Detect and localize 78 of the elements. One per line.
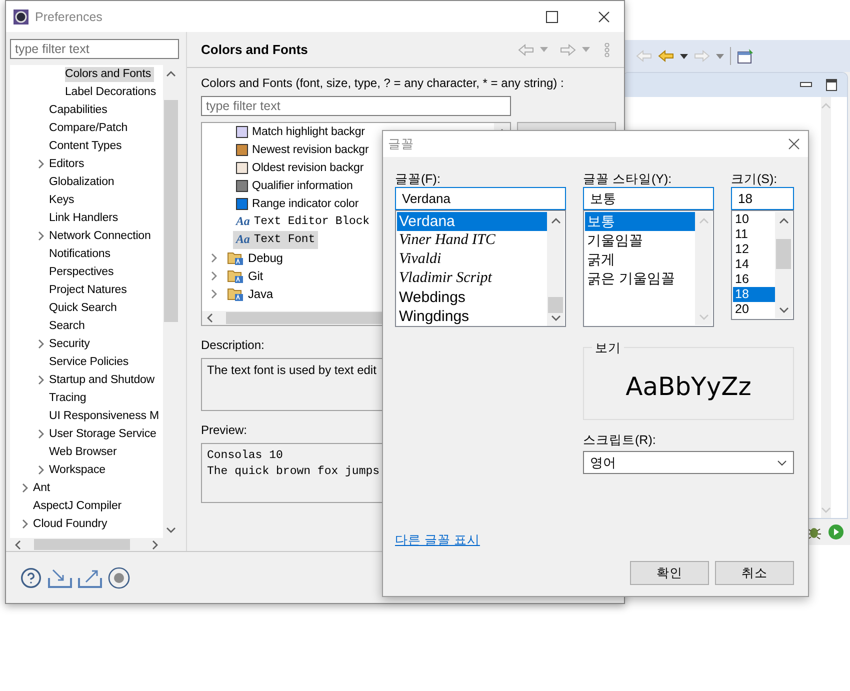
tree-item[interactable]: Label Decorations xyxy=(65,84,159,100)
list-option[interactable]: 20 xyxy=(733,302,775,317)
tree-item[interactable]: Java xyxy=(224,284,276,304)
dialog-button[interactable]: 확인 xyxy=(630,561,709,585)
tree-item[interactable]: Colors and Fonts xyxy=(65,66,154,82)
tree-item[interactable]: Web Browser xyxy=(49,444,120,460)
list-option[interactable]: 기울임꼴 xyxy=(585,231,695,250)
list-option[interactable]: 16 xyxy=(733,272,775,287)
tree-item[interactable]: Qualifier information xyxy=(233,178,356,194)
tree-item[interactable]: Range indicator color xyxy=(233,196,362,212)
filter-field[interactable]: type filter text xyxy=(10,39,179,59)
list-option[interactable]: Webdings xyxy=(397,288,547,307)
tree-item[interactable]: Service Policies xyxy=(49,354,132,370)
tree-item[interactable]: Notifications xyxy=(49,246,114,262)
tree-item[interactable]: Keys xyxy=(49,192,78,208)
tree-item[interactable]: Compare/Patch xyxy=(49,120,131,136)
preview-label: Preview: xyxy=(201,422,248,439)
tree-item[interactable]: Tracing xyxy=(49,390,90,406)
list-option[interactable]: 10 xyxy=(733,212,775,227)
tree-item[interactable]: Oldest revision backgr xyxy=(233,160,367,176)
font-field[interactable]: Verdana xyxy=(395,187,566,210)
page-title: Colors and Fonts xyxy=(201,42,309,57)
tree-item[interactable]: Search xyxy=(49,318,88,334)
list-option[interactable]: Vivaldi xyxy=(397,250,547,269)
list-option[interactable]: 12 xyxy=(733,242,775,257)
list-option[interactable]: 보통 xyxy=(585,212,695,231)
list-option[interactable]: 굵은 기울임꼴 xyxy=(585,269,695,288)
tree-item[interactable]: Cloud Foundry xyxy=(33,516,110,532)
tree-item[interactable]: User Storage Service xyxy=(49,426,160,442)
tree-item[interactable]: Aa Text Font xyxy=(233,231,318,249)
list-option[interactable]: 14 xyxy=(733,257,775,272)
size-field[interactable]: 18 xyxy=(731,187,794,210)
tree-item[interactable]: Startup and Shutdow xyxy=(49,372,158,388)
tree-item[interactable]: AspectJ Compiler xyxy=(33,498,125,514)
list-option[interactable]: Vladimir Script xyxy=(397,269,547,288)
dialog-title: 글꼴 xyxy=(388,136,414,152)
font-icon: Aa xyxy=(236,232,250,247)
list-option[interactable]: Wingdings xyxy=(397,307,547,326)
description-label: Description: xyxy=(201,337,264,354)
style-field[interactable]: 보통 xyxy=(583,187,714,210)
tree-item[interactable]: Globalization xyxy=(49,174,118,190)
tree-item[interactable]: Project Natures xyxy=(49,282,130,298)
script-select[interactable]: 영어 xyxy=(583,451,794,474)
list-option[interactable]: Viner Hand ITC xyxy=(397,231,547,250)
size-label: 크기(S): xyxy=(731,171,778,187)
tree-item[interactable]: Newest revision backgr xyxy=(233,142,372,158)
preview-line: Consolas 10 xyxy=(207,448,283,464)
list-option[interactable]: Verdana xyxy=(397,212,547,231)
list-option[interactable]: 18 xyxy=(733,287,775,302)
preview-line: The quick brown fox jumps xyxy=(207,464,380,480)
tree-item[interactable]: Editors xyxy=(49,156,88,172)
tree-item[interactable]: Workspace xyxy=(49,462,108,478)
window-title: Preferences xyxy=(35,10,104,24)
tree-item[interactable]: Capabilities xyxy=(49,102,110,118)
dialog-button[interactable]: 취소 xyxy=(715,561,794,585)
more-fonts-link[interactable]: 다른 글꼴 표시 xyxy=(395,532,480,549)
filter-hint: Colors and Fonts (font, size, type, ? = any character, * = any string) : xyxy=(201,75,564,92)
font-label: 글꼴(F): xyxy=(395,171,442,187)
tree-item[interactable]: UI Responsiveness M xyxy=(49,408,162,424)
tree-item[interactable]: Debug xyxy=(224,248,286,268)
list-option[interactable]: 11 xyxy=(733,227,775,242)
font-icon: Aa xyxy=(236,214,250,229)
tree-item[interactable]: Ant xyxy=(33,480,53,496)
sample-text: AaBbYyZz xyxy=(626,372,752,401)
tree-item[interactable]: Security xyxy=(49,336,93,352)
script-label: 스크립트(R): xyxy=(583,432,657,448)
tree-item[interactable]: Perspectives xyxy=(49,264,117,280)
tree-item[interactable]: Link Handlers xyxy=(49,210,122,226)
filter-field[interactable]: type filter text xyxy=(201,96,511,116)
sample-label: 보기 xyxy=(592,340,624,357)
tree-item[interactable]: Aa Text Editor Block xyxy=(233,213,372,231)
tree-item[interactable]: Quick Search xyxy=(49,300,120,316)
tree-item[interactable]: Git xyxy=(224,266,266,286)
list-option[interactable]: 굵게 xyxy=(585,250,695,269)
tree-item[interactable]: Content Types xyxy=(49,138,125,154)
tree-item[interactable]: Network Connection xyxy=(49,228,154,244)
tree-item[interactable]: Match highlight backgr xyxy=(233,124,368,140)
style-label: 글꼴 스타일(Y): xyxy=(583,171,673,187)
